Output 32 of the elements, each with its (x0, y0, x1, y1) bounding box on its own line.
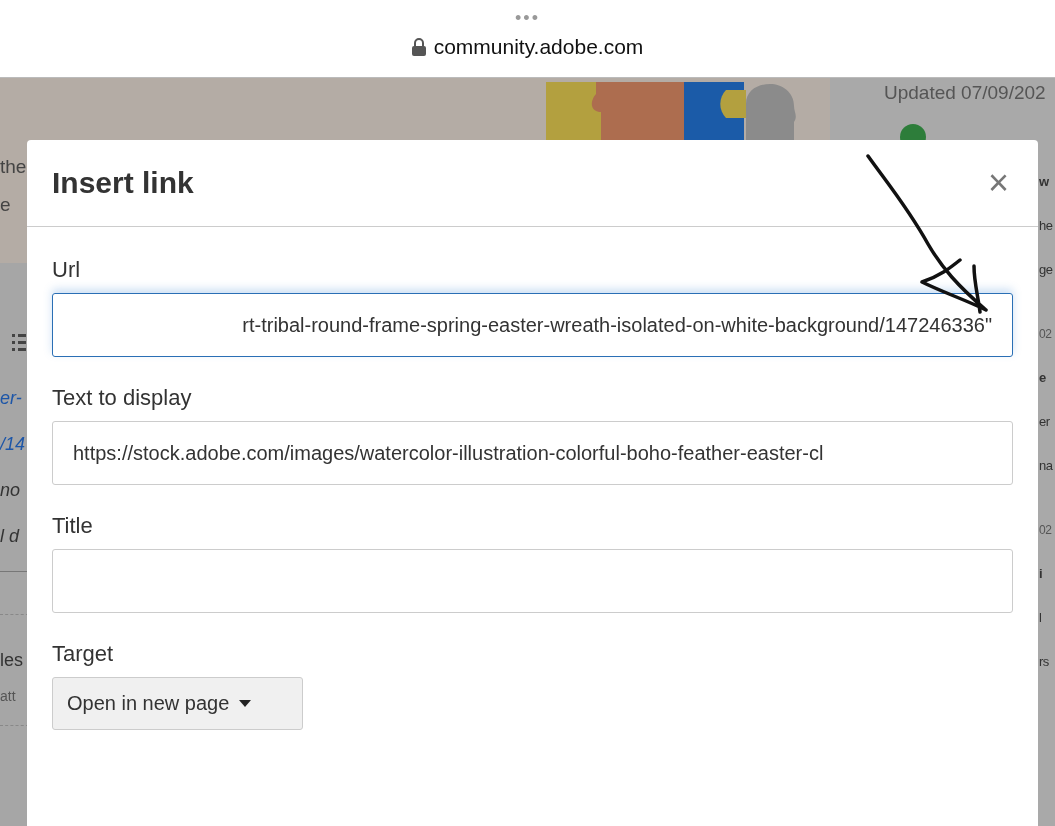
updated-text: Updated 07/09/202 (883, 81, 1047, 104)
target-dropdown[interactable]: Open in new page (52, 677, 303, 730)
field-label: Text to display (52, 385, 193, 411)
input-field[interactable]: https://stock.adobe.com/images/watercolor-illustration-colorful-boho-feather-easter-cl (52, 421, 1013, 485)
banner-text: e (0, 194, 11, 216)
post-text: he (1039, 217, 1053, 235)
caret-icon (239, 700, 252, 707)
date-text: 02 (1039, 326, 1052, 343)
input-field[interactable] (52, 549, 1013, 613)
input-field[interactable]: rt-tribal-round-frame-spring-easter-wreath-isolated-on-white-background/147246336" (52, 293, 1013, 357)
close-button[interactable]: × (983, 162, 1013, 204)
post-title: les (0, 649, 23, 672)
date-text: 02 (1039, 522, 1052, 539)
lock-icon (411, 38, 426, 56)
post-title: w (1039, 173, 1049, 191)
post-title: i (1039, 565, 1043, 583)
post-text: er (1039, 413, 1050, 431)
list-icon[interactable] (12, 333, 26, 353)
post-text: rs (1039, 653, 1049, 671)
post-title: e (1039, 369, 1046, 387)
meta-text: att (0, 687, 16, 706)
post-text: l d (0, 525, 19, 548)
field-label: Title (52, 513, 94, 539)
dialog-title: Insert link (52, 166, 194, 200)
post-text: no (0, 479, 21, 502)
address-text[interactable]: community.adobe.com (433, 35, 644, 59)
field-label: Url (52, 257, 82, 283)
post-text: na (1039, 457, 1053, 475)
field-label: Target (52, 641, 115, 667)
post-text: l (1039, 609, 1042, 627)
banner-text: the (0, 156, 27, 178)
post-text: ge (1039, 261, 1053, 279)
